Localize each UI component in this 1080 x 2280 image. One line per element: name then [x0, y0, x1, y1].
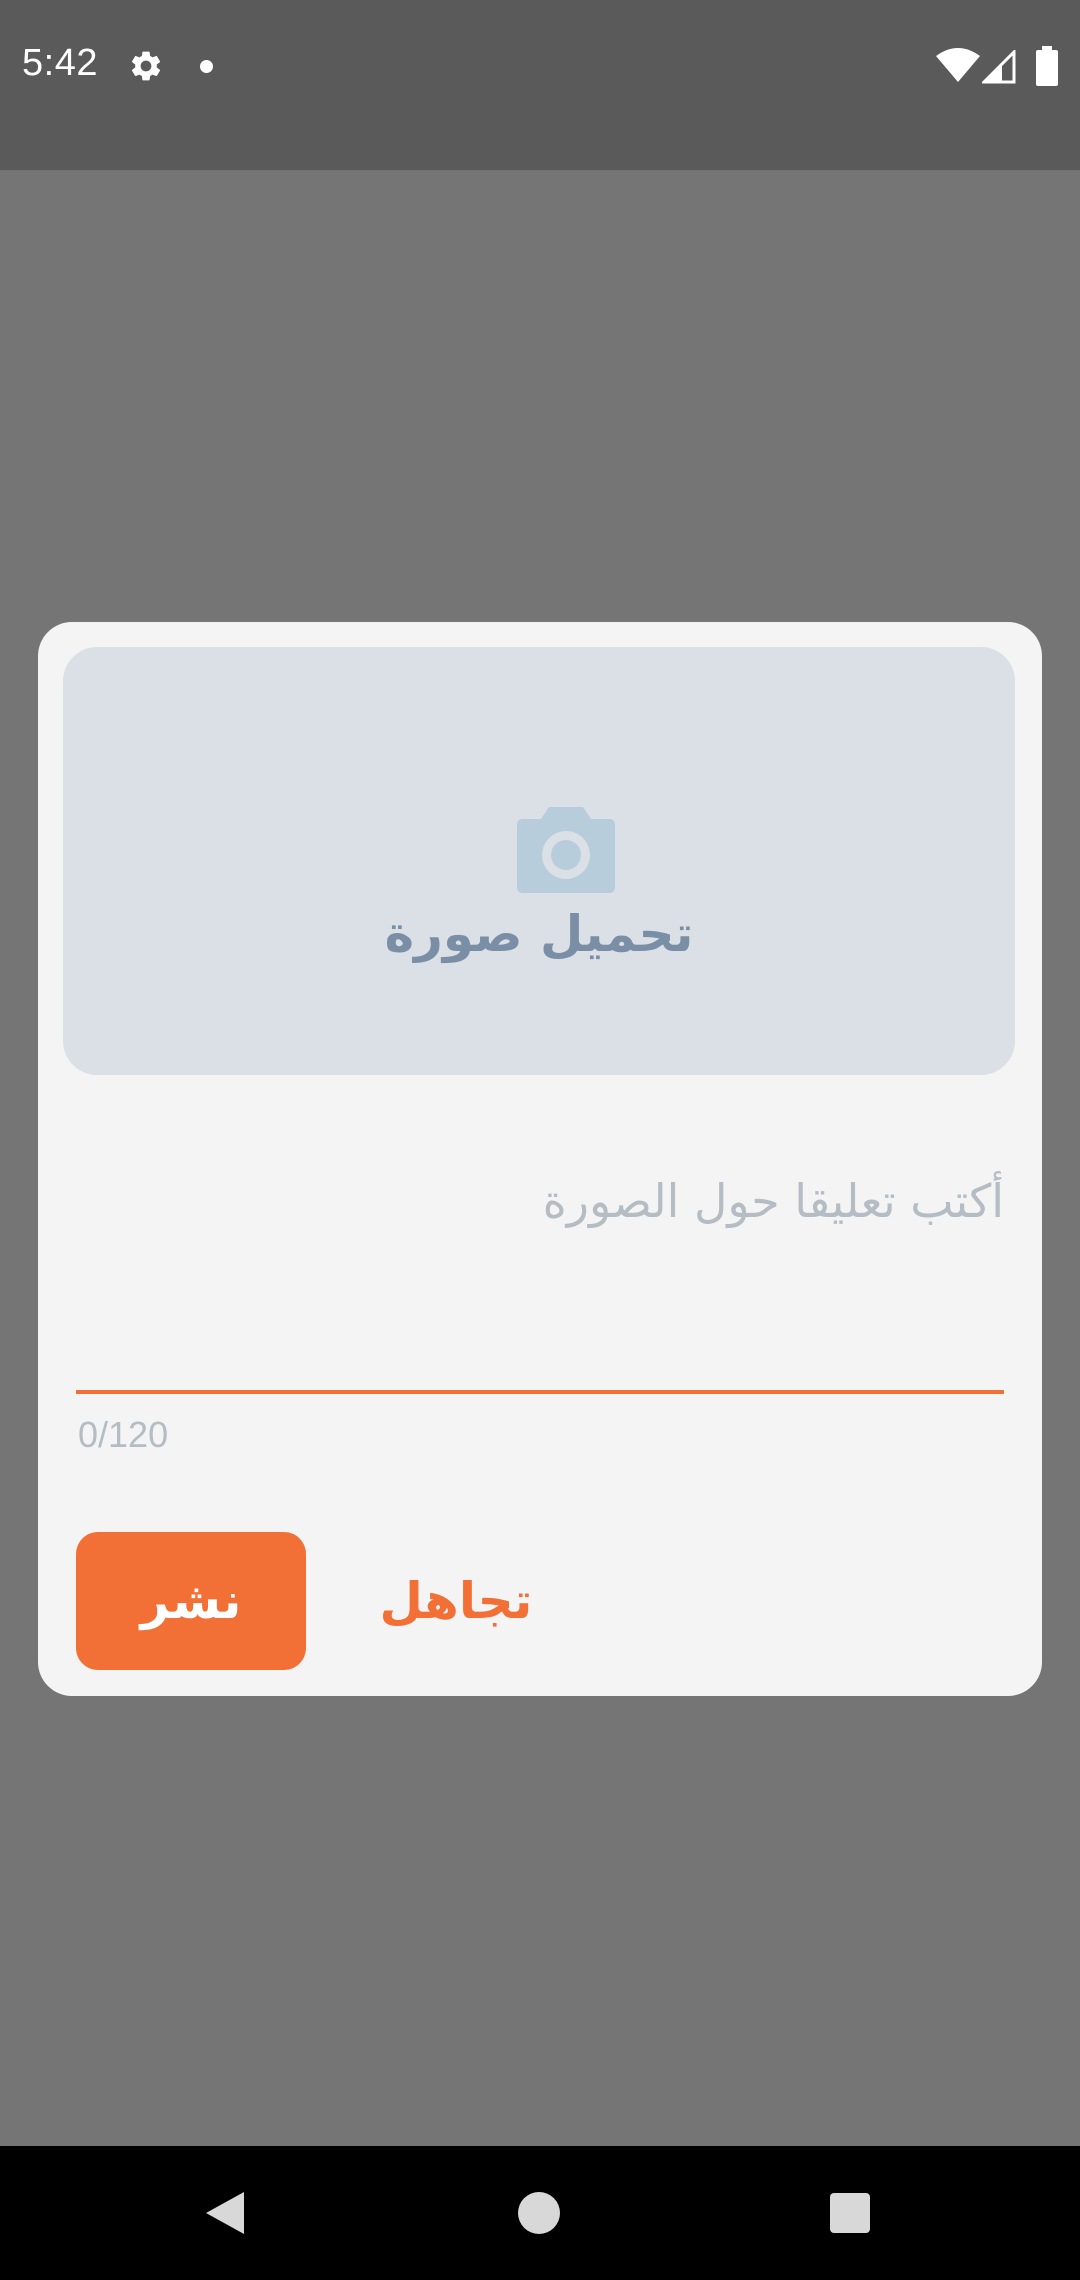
gear-icon: [131, 51, 161, 81]
ignore-button[interactable]: تجاهل: [356, 1532, 556, 1670]
signal-icon: [982, 50, 1016, 84]
character-counter: 0/120: [78, 1414, 169, 1455]
notification-dot-icon: [200, 60, 213, 73]
upload-photo-label: تحميل صورة: [384, 905, 694, 963]
upload-photo-area[interactable]: تحميل صورة: [63, 647, 1015, 1075]
navigation-bar: [0, 2146, 1080, 2280]
recents-icon[interactable]: [830, 2193, 870, 2233]
camera-icon: [517, 807, 615, 893]
battery-icon: [1036, 46, 1058, 86]
status-bar: 5:42: [0, 0, 1080, 170]
caption-placeholder: أكتب تعليقا حول الصورة: [542, 1174, 1004, 1228]
wifi-icon: [936, 48, 980, 82]
back-icon[interactable]: [204, 2190, 246, 2236]
status-time: 5:42: [22, 42, 98, 84]
upload-photo-dialog: تحميل صورة أكتب تعليقا حول الصورة 0/120 …: [38, 622, 1042, 1696]
home-icon[interactable]: [518, 2192, 560, 2234]
publish-button[interactable]: نشر: [76, 1532, 306, 1670]
caption-input[interactable]: أكتب تعليقا حول الصورة: [76, 1134, 1004, 1394]
